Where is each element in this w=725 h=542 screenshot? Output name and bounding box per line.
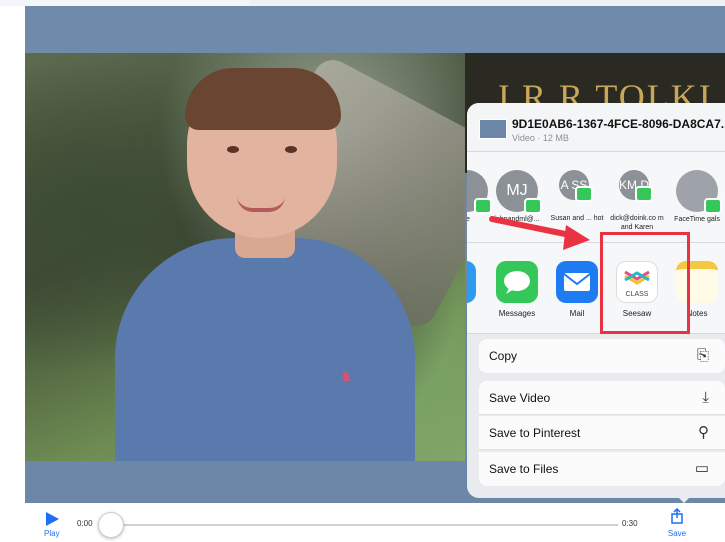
save-label: Save: [667, 529, 687, 538]
time-end: 0:30: [622, 519, 638, 528]
scrubber-knob[interactable]: [98, 512, 124, 538]
seesaw-highlight-box: [600, 232, 690, 334]
scrubber-track[interactable]: [103, 524, 618, 526]
save-button[interactable]: Save: [664, 507, 690, 538]
share-icon: [671, 507, 683, 524]
play-label[interactable]: Play: [44, 529, 60, 538]
player-bar: [25, 503, 725, 542]
time-start: 0:00: [77, 519, 93, 528]
play-icon[interactable]: [46, 512, 59, 526]
